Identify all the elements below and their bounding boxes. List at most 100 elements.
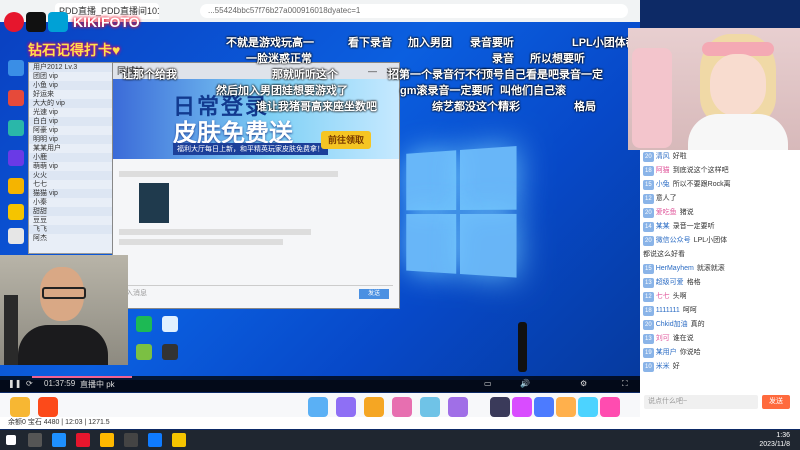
chat-contact-row[interactable]: 小鹿 [29,153,121,162]
chat-nickname[interactable]: 某用户 [656,349,677,356]
gift-icon[interactable] [10,397,30,417]
chat-contact-row[interactable]: 飞飞 [29,225,121,234]
gift-icon[interactable] [448,397,468,417]
danmaku-comment: 一脸迷惑正常 [246,53,312,65]
chat-contact-row[interactable]: 豆豆 [29,216,121,225]
desktop-app-icon[interactable] [162,316,178,332]
chat-nickname[interactable]: 超级可爱 [656,279,684,286]
refresh-icon[interactable]: ⟳ [26,379,33,388]
pause-icon[interactable]: ❚❚ [8,379,21,388]
danmaku-comment: 让那个给我 [122,69,177,81]
chat-nickname[interactable]: 清风 [656,153,670,160]
chat-contact-row[interactable]: 团团 vip [29,72,121,81]
level-badge: 19 [643,348,654,358]
desktop-app-icon[interactable] [162,344,178,360]
chat-input[interactable]: 说点什么吧~ [644,395,758,409]
danmaku-comment: 录音要听 [470,37,514,49]
chat-contact-row[interactable]: 明明 vip [29,135,121,144]
desktop-app-icon[interactable] [8,228,24,244]
chat-nickname[interactable]: Chkid加油 [656,321,688,328]
chat-contact-row[interactable]: 小秦 [29,198,121,207]
start-icon[interactable] [6,435,16,445]
taskbar-app-icon[interactable] [172,433,186,447]
gift-icon[interactable] [336,397,356,417]
claim-button[interactable]: 前往领取 [321,131,371,149]
chat-nickname[interactable]: 七七 [656,293,670,300]
chat-nickname[interactable]: HerMayhem [656,265,694,272]
level-badge: 20 [643,236,654,246]
chat-contact-row[interactable]: 甜甜 [29,207,121,216]
chat-nickname[interactable]: 爱吃鱼 [656,209,677,216]
address-bar[interactable]: ...55424bbc57f76b27a000916018dyatec=1 [200,4,628,18]
chat-message: 12 七七 头啊 [640,290,800,304]
play-time: 01:37:59 [44,379,76,388]
chat-text: 意人了 [655,195,677,202]
gift-icon[interactable] [600,397,620,417]
gift-icon[interactable] [392,397,412,417]
chat-nickname[interactable]: 某某 [656,223,670,230]
chat-message: 19 某用户 你说哈 [640,346,800,360]
desktop-app-icon[interactable] [8,90,24,106]
chat-nickname[interactable]: 阿猫 [656,167,670,174]
chat-nickname[interactable]: 1111111 [656,307,680,314]
search-icon[interactable] [28,433,42,447]
volume-slider[interactable] [518,322,527,372]
chat-contact-row[interactable]: 光速 vip [29,108,121,117]
gift-icon[interactable] [490,397,510,417]
player-controls: ❚❚ ⟳ 01:37:59 直播中 pk ▭ 🔊 ⚙ ⛶ [0,376,640,392]
gift-icon[interactable] [534,397,554,417]
gift-icon[interactable] [512,397,532,417]
chat-text: 你说哈 [679,349,701,356]
level-badge: 14 [643,222,654,232]
chat-nickname[interactable]: 米米 [656,363,670,370]
chat-text: 好啦 [672,153,687,160]
taskbar-app-icon[interactable] [148,433,162,447]
danmaku-comment: 然后加入男团娃想要游戏了 [216,85,348,97]
chat-contact-row[interactable]: 小鱼 vip [29,81,121,90]
clock-date: 2023/11/8 [759,441,790,448]
chat-nickname[interactable]: 微信公众号 [656,237,691,244]
taskbar-app-icon[interactable] [76,433,90,447]
desktop-app-icon[interactable] [8,60,24,76]
chat-contact-row[interactable]: 火火 [29,171,121,180]
gift-icon[interactable] [308,397,328,417]
message-input[interactable]: 输入消息 发送 [119,285,393,302]
chat-contact-row[interactable]: 阿杰 [29,234,121,243]
chat-contact-row[interactable]: 七七 [29,180,121,189]
gift-icon[interactable] [578,397,598,417]
chat-nickname[interactable]: 小兔 [656,181,670,188]
desktop-app-icon[interactable] [8,204,24,220]
send-button[interactable]: 发送 [359,289,389,299]
windows-logo [406,146,521,285]
taskbar-app-icon[interactable] [124,433,138,447]
chat-nickname[interactable]: 刘可 [656,335,670,342]
taskbar-app-icon[interactable] [52,433,66,447]
danmaku-toggle-icon[interactable]: ▭ [484,379,492,388]
gift-icon[interactable] [556,397,576,417]
chat-contact-row[interactable]: 阿豪 vip [29,126,121,135]
desktop-app-icon[interactable] [8,178,24,194]
level-badge: 13 [643,334,654,344]
chat-contact-row[interactable]: 用户2012 Lv.3 [29,63,121,72]
minimize-icon[interactable]: — [368,63,377,79]
gift-icon[interactable] [420,397,440,417]
desktop-app-icon[interactable] [136,344,152,360]
desktop-app-icon[interactable] [8,150,24,166]
desktop-app-icon[interactable] [136,316,152,332]
fullscreen-icon[interactable]: ⛶ [622,379,628,389]
danmaku-comment: 加入男团 [408,37,452,49]
gift-icon[interactable] [38,397,58,417]
chat-contact-row[interactable]: 某某用户 [29,144,121,153]
gift-icon[interactable] [364,397,384,417]
desktop-app-icon[interactable] [8,120,24,136]
chat-contact-row[interactable]: 萌萌 vip [29,162,121,171]
chat-send-button[interactable]: 发送 [762,395,790,409]
chat-contact-row[interactable]: 好运来 [29,90,121,99]
chat-contact-row[interactable]: 猫猫 vip [29,189,121,198]
chat-contact-row[interactable]: 白白 vip [29,117,121,126]
taskbar-app-icon[interactable] [100,433,114,447]
chat-contact-row[interactable]: 大大的 vip [29,99,121,108]
settings-icon[interactable]: ⚙ [580,379,587,388]
volume-icon[interactable]: 🔊 [520,379,530,388]
windows-taskbar: 1:36 2023/11/8 [0,430,800,450]
